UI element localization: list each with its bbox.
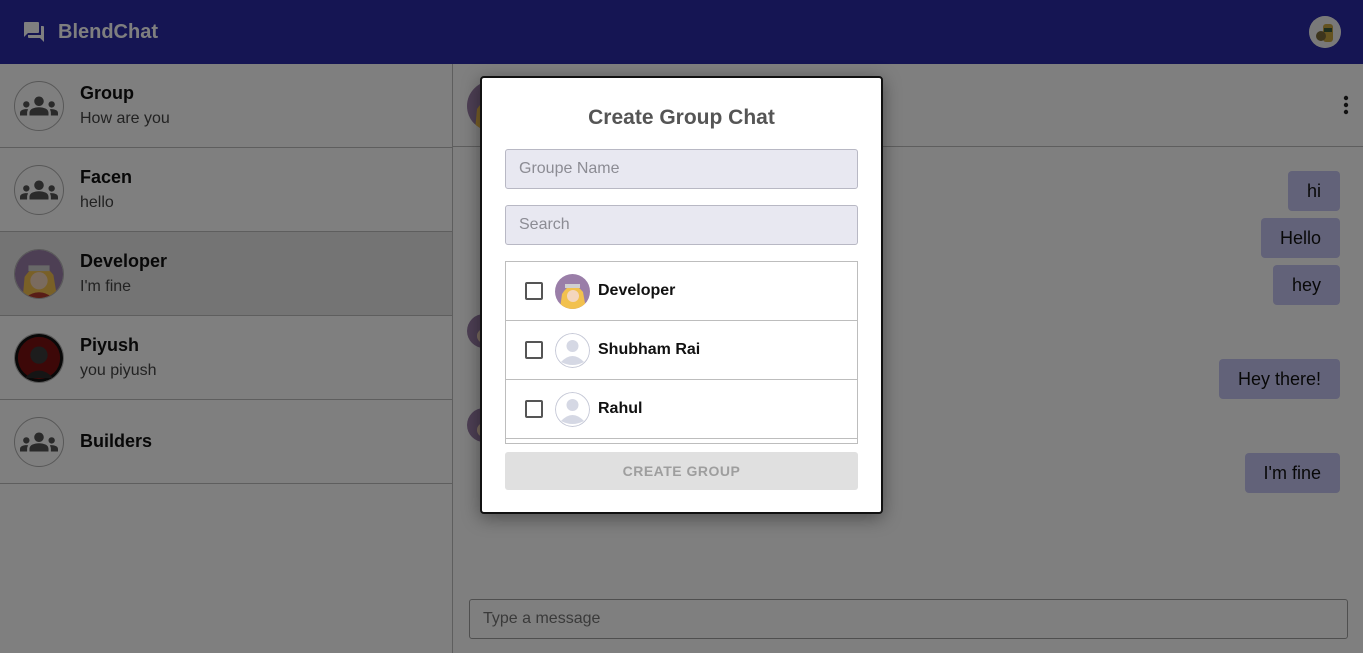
default-user-icon — [555, 391, 590, 427]
user-name: Rahul — [598, 400, 643, 417]
user-checkbox[interactable] — [525, 400, 543, 418]
create-group-button[interactable]: CREATE GROUP — [505, 452, 858, 490]
anime-avatar — [555, 273, 590, 309]
user-option[interactable]: Rahul — [506, 380, 857, 439]
user-name: Developer — [598, 282, 676, 299]
create-group-dialog: Create Group Chat Developer — [480, 76, 883, 514]
user-option[interactable]: Developer — [506, 262, 857, 321]
app-root: BlendChat Group How are you — [0, 0, 1363, 653]
user-checkbox[interactable] — [525, 341, 543, 359]
user-checkbox[interactable] — [525, 282, 543, 300]
group-name-input[interactable] — [505, 149, 858, 189]
user-select-list: Developer Shubham Rai Rahul — [505, 261, 858, 444]
user-option[interactable]: Shubham Rai — [506, 321, 857, 380]
user-name: Shubham Rai — [598, 341, 701, 358]
user-search-input[interactable] — [505, 205, 858, 245]
default-user-icon — [555, 332, 590, 368]
dialog-title: Create Group Chat — [588, 106, 775, 129]
